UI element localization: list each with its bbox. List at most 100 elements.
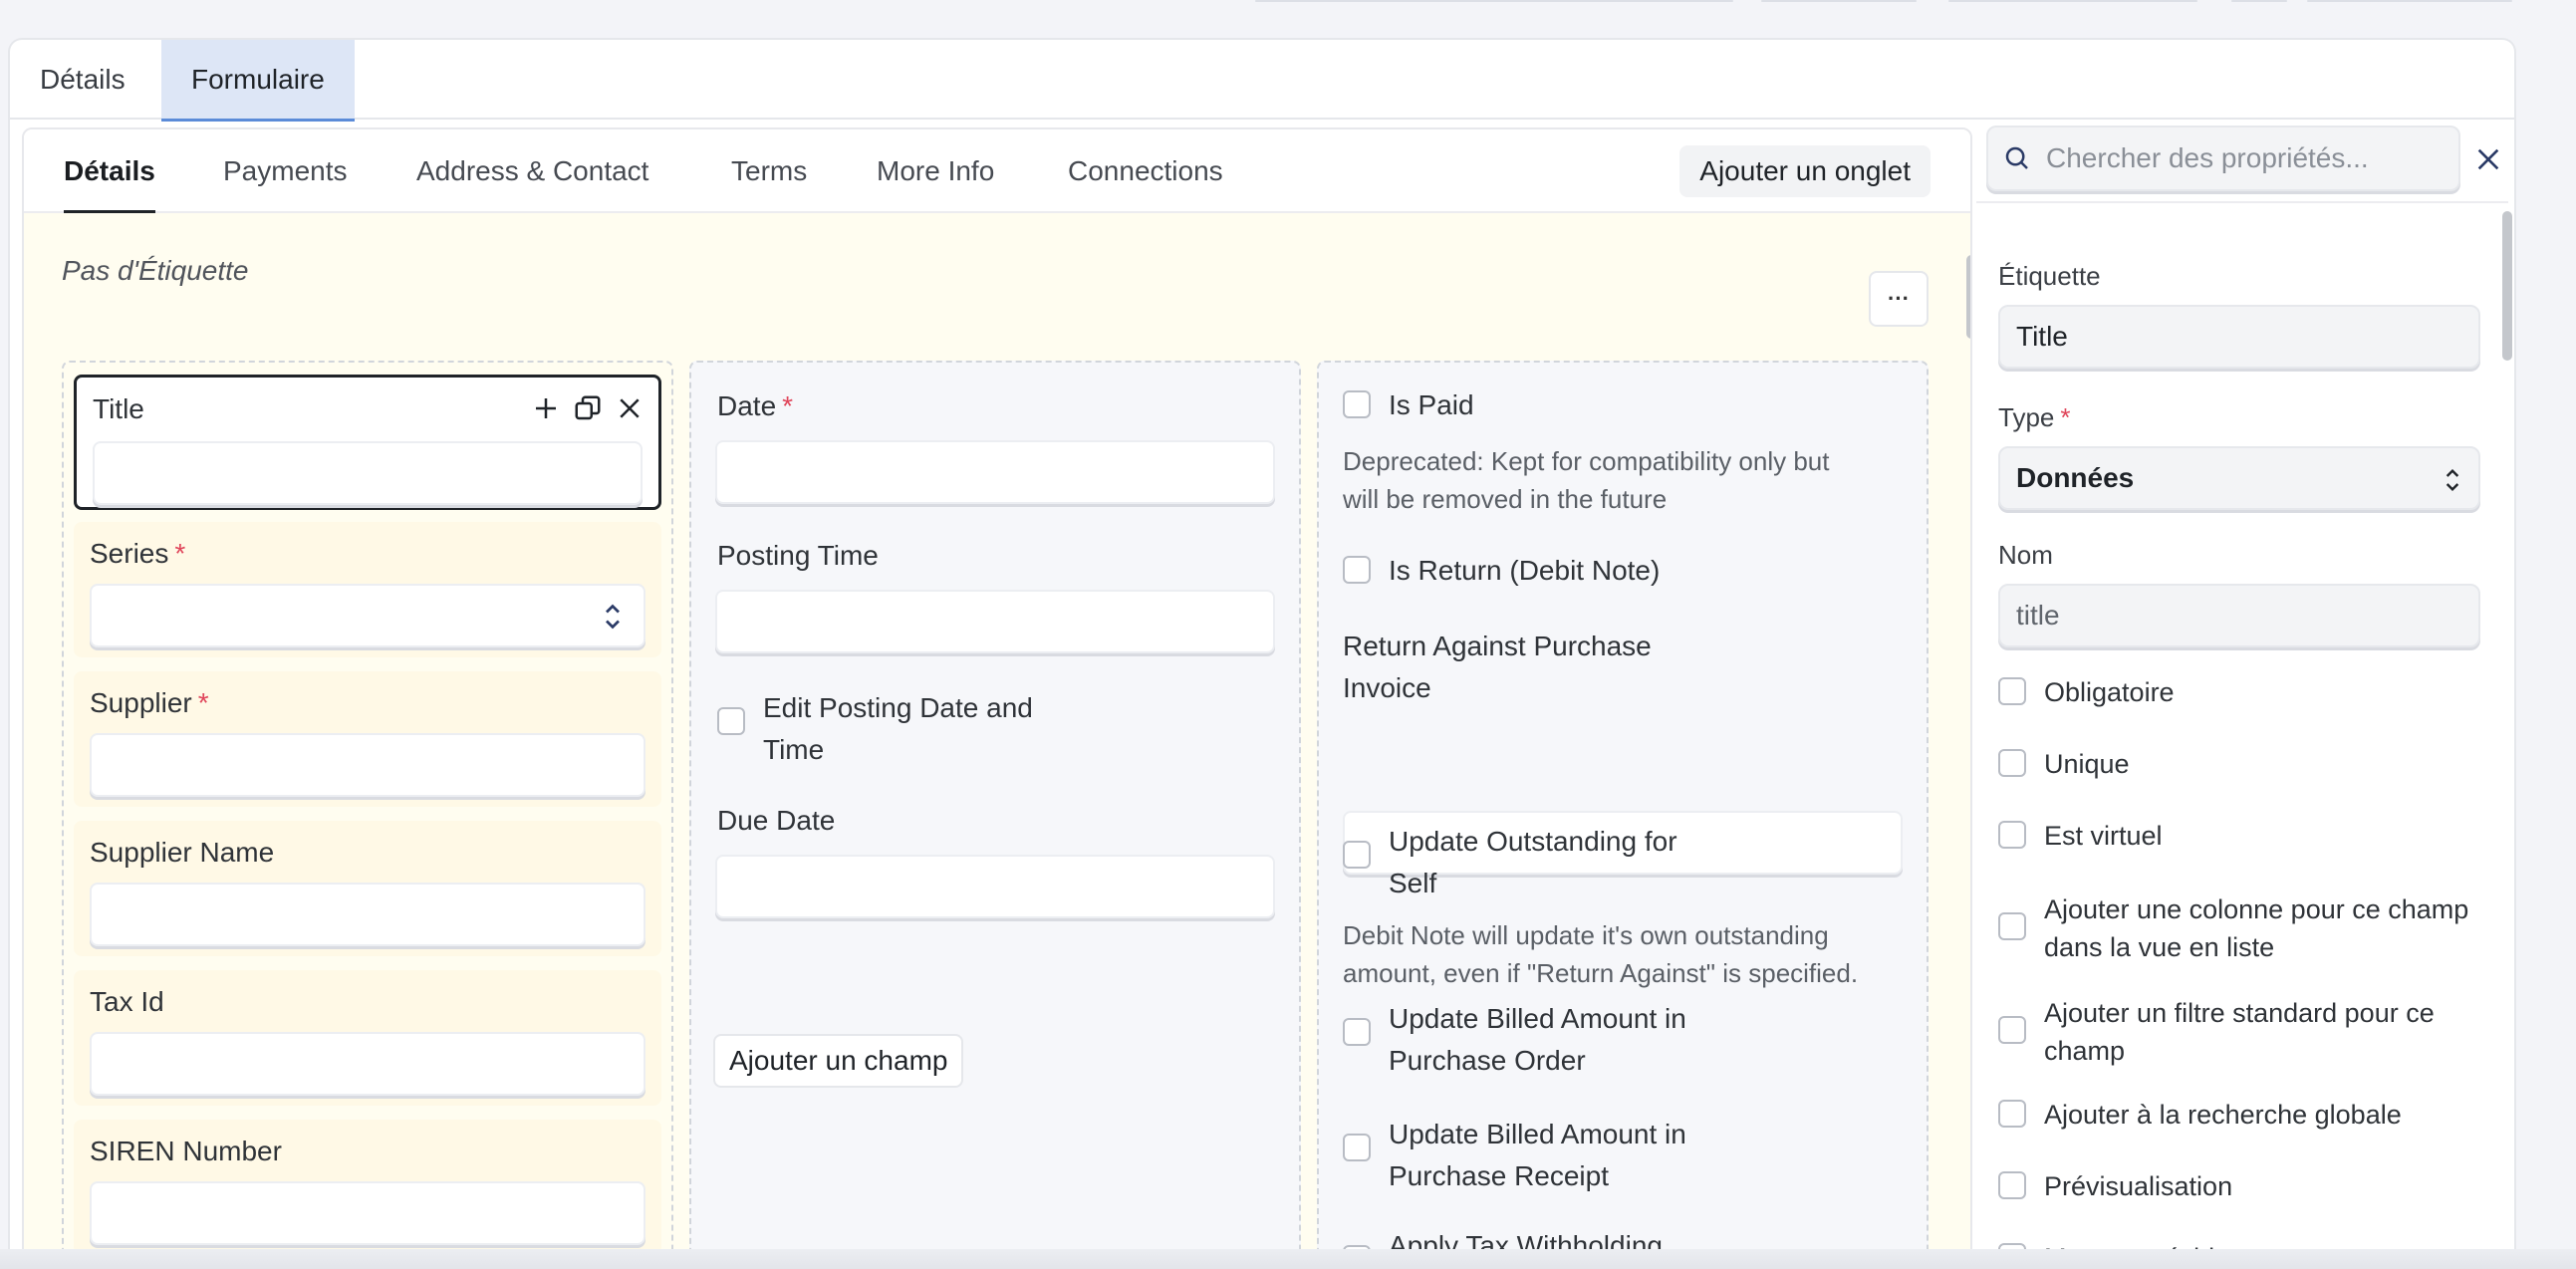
checkbox-label: Obligatoire: [2044, 677, 2175, 707]
field-description: Deprecated: Kept for compatibility only …: [1343, 446, 1830, 514]
chevron-up-down-icon: [2446, 468, 2459, 492]
add-tab-button[interactable]: Ajouter un onglet: [1679, 145, 1931, 197]
properties-scrollbar[interactable]: [2502, 211, 2512, 361]
prop-check-global-search[interactable]: Ajouter à la recherche globale: [1998, 1096, 2486, 1134]
form-tab-connections[interactable]: Connections: [1068, 129, 1223, 213]
field-supplier-name[interactable]: Supplier Name: [74, 821, 661, 956]
prop-check-obligatoire[interactable]: Obligatoire: [1998, 673, 2486, 711]
edit-posting-checkbox-row[interactable]: Edit Posting Date and Time: [717, 687, 1033, 771]
field-series[interactable]: Series *: [74, 522, 661, 657]
checkbox-label: Ajouter à la recherche globale: [2044, 1100, 2402, 1130]
name-property-input[interactable]: title: [1998, 584, 2480, 647]
top-toolbar-stub: [1761, 0, 1917, 2]
field-label: Supplier Name: [90, 837, 275, 868]
siren-input[interactable]: [90, 1181, 645, 1245]
title-input[interactable]: [93, 441, 643, 505]
canvas-scrollbar[interactable]: [1966, 255, 1970, 339]
field-supplier[interactable]: Supplier *: [74, 671, 661, 807]
prop-check-standard-filter[interactable]: Ajouter un filtre standard pour ce champ: [1998, 994, 2486, 1070]
checkbox[interactable]: [1998, 1171, 2026, 1199]
label-property-input[interactable]: Title: [1998, 305, 2480, 369]
add-field-button[interactable]: Ajouter un champ: [713, 1034, 964, 1088]
checkbox[interactable]: [1998, 677, 2026, 705]
property-search-input[interactable]: [2046, 127, 2448, 189]
checkbox-label: Update Outstanding for Self: [1389, 826, 1677, 898]
form-tab-payments[interactable]: Payments: [223, 129, 348, 213]
checkbox-label: Update Billed Amount in Purchase Receipt: [1389, 1119, 1686, 1191]
duplicate-icon[interactable]: [573, 393, 603, 423]
field-label: Series *: [90, 538, 186, 569]
supplier-name-input[interactable]: [90, 883, 645, 946]
prop-check-est-virtuel[interactable]: Est virtuel: [1998, 817, 2486, 855]
close-icon[interactable]: [2472, 143, 2504, 175]
checkbox-label: Update Billed Amount in Purchase Order: [1389, 1003, 1686, 1076]
edit-posting-checkbox[interactable]: [717, 707, 745, 735]
update-outstanding-row[interactable]: Update Outstanding for Self: [1343, 821, 1677, 904]
checkbox-label: Is Paid: [1389, 389, 1474, 420]
checkbox-label: Is Return (Debit Note): [1389, 555, 1661, 586]
field-tax-id[interactable]: Tax Id: [74, 970, 661, 1106]
close-icon[interactable]: [615, 393, 644, 423]
top-toolbar-stub: [1948, 0, 2197, 2]
update-outstanding-checkbox[interactable]: [1343, 841, 1371, 869]
section-more-button[interactable]: ···: [1869, 271, 1929, 327]
properties-panel: Étiquette Title Type* Données Nom title …: [1976, 126, 2512, 1269]
prop-check-list-view[interactable]: Ajouter une colonne pour ce champ dans l…: [1998, 890, 2486, 966]
form-tab-address-contact[interactable]: Address & Contact: [416, 129, 648, 213]
checkbox[interactable]: [1998, 1100, 2026, 1128]
type-property-label: Type *: [1998, 402, 2071, 432]
property-search[interactable]: [1986, 126, 2460, 191]
checkbox[interactable]: [1998, 749, 2026, 777]
chevron-up-down-icon: [606, 604, 620, 630]
form-tab-bar: Détails Payments Address & Contact Terms…: [24, 129, 1970, 213]
posting-time-input[interactable]: [715, 590, 1275, 653]
checkbox[interactable]: [1998, 821, 2026, 849]
name-property-label: Nom: [1998, 540, 2053, 570]
update-billed-pr-checkbox[interactable]: [1343, 1134, 1371, 1161]
series-select[interactable]: [90, 584, 645, 647]
supplier-input[interactable]: [90, 733, 645, 797]
label-property-label: Étiquette: [1998, 261, 2101, 291]
top-toolbar-stub: [2231, 0, 2287, 2]
tax-id-input[interactable]: [90, 1032, 645, 1096]
top-tabs: Détails Formulaire: [10, 40, 2514, 122]
form-tab-details[interactable]: Détails: [64, 129, 155, 213]
top-toolbar-stub: [1255, 0, 1733, 2]
prop-check-preview[interactable]: Prévisualisation: [1998, 1167, 2486, 1205]
form-tab-more-info[interactable]: More Info: [877, 129, 994, 213]
checkbox-label: Ajouter un filtre standard pour ce champ: [2044, 998, 2435, 1066]
date-input[interactable]: [715, 440, 1275, 504]
form-builder-shell: Détails Formulaire Détails Payments Addr…: [8, 38, 2516, 1269]
checkbox-label: Prévisualisation: [2044, 1171, 2233, 1201]
field-title[interactable]: Title: [74, 375, 661, 510]
prop-check-unique[interactable]: Unique: [1998, 745, 2486, 783]
update-billed-pr-row[interactable]: Update Billed Amount in Purchase Receipt: [1343, 1114, 1686, 1197]
tab-details[interactable]: Détails: [10, 40, 155, 120]
bottom-edge: [0, 1249, 2576, 1269]
plus-icon[interactable]: [531, 393, 561, 423]
field-label: Tax Id: [90, 986, 164, 1017]
is-return-checkbox[interactable]: [1343, 556, 1371, 584]
form-tab-terms[interactable]: Terms: [731, 129, 807, 213]
is-return-row[interactable]: Is Return (Debit Note): [1343, 550, 1660, 592]
is-paid-row[interactable]: Is Paid: [1343, 384, 1474, 426]
update-billed-po-checkbox[interactable]: [1343, 1018, 1371, 1046]
is-paid-checkbox[interactable]: [1343, 390, 1371, 418]
type-property-select[interactable]: Données: [1998, 446, 2480, 510]
column-3: Is Paid Deprecated: Kept for compatibili…: [1317, 361, 1929, 1269]
divider: [1976, 201, 2508, 203]
checkbox[interactable]: [1998, 912, 2026, 940]
form-canvas: Détails Payments Address & Contact Terms…: [22, 127, 1972, 1269]
update-billed-po-row[interactable]: Update Billed Amount in Purchase Order: [1343, 998, 1686, 1082]
checkbox-label: Est virtuel: [2044, 821, 2163, 851]
search-icon: [2005, 146, 2028, 169]
field-label: Return Against Purchase Invoice: [1343, 631, 1652, 703]
due-date-input[interactable]: [715, 855, 1275, 918]
field-siren-number[interactable]: SIREN Number: [74, 1120, 661, 1255]
field-label: Date *: [717, 390, 794, 421]
tab-formulaire[interactable]: Formulaire: [161, 40, 355, 122]
checkbox[interactable]: [1998, 1016, 2026, 1044]
column-2: Date * Posting Time Edit Posting Date and…: [689, 361, 1301, 1269]
field-label: Title: [93, 393, 144, 424]
field-label: SIREN Number: [90, 1136, 282, 1166]
